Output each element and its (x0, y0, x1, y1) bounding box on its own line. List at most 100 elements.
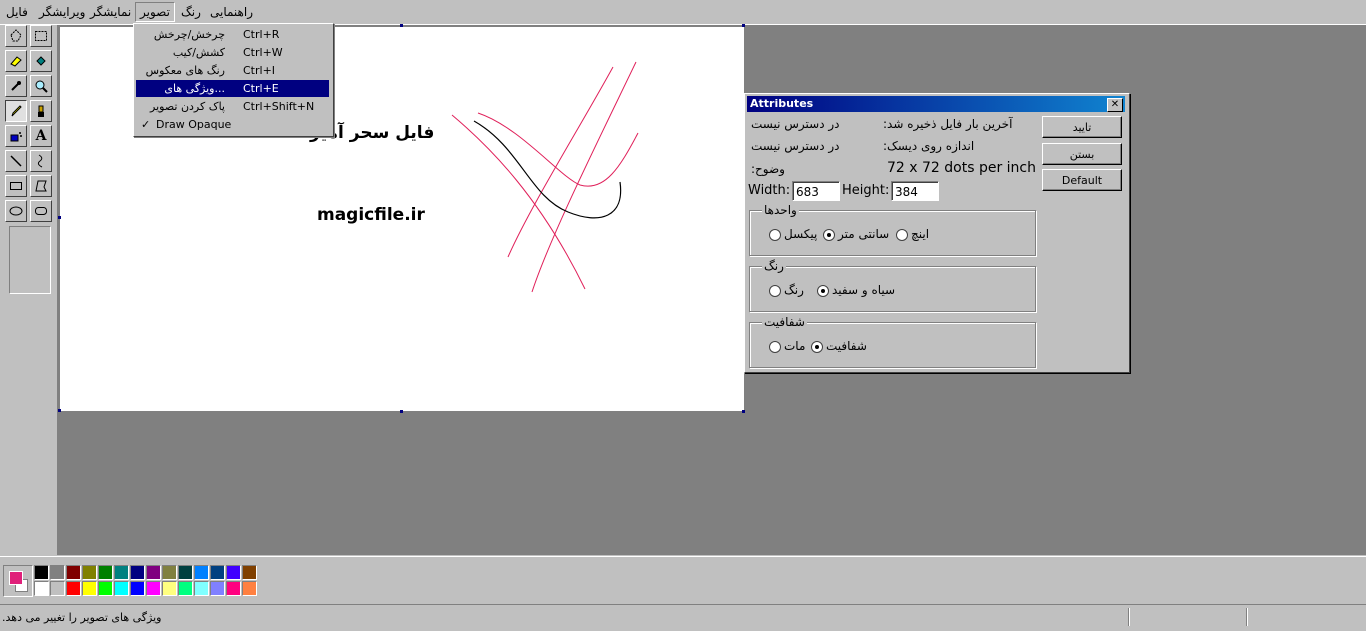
colors-group-title: رنگ (762, 259, 786, 273)
palette-swatch[interactable] (130, 581, 145, 596)
text-tool[interactable]: A (30, 125, 52, 147)
free-select-icon (10, 29, 22, 42)
palette-swatch[interactable] (50, 565, 65, 580)
height-input[interactable]: 384 (891, 181, 939, 201)
rounded-rectangle-tool[interactable] (30, 200, 52, 222)
palette-swatches (34, 565, 264, 599)
eyedropper-icon (11, 81, 21, 91)
canvas-resize-handle[interactable] (742, 24, 745, 27)
palette-swatch[interactable] (146, 581, 161, 596)
ellipse-tool[interactable] (5, 200, 27, 222)
palette-swatch[interactable] (114, 565, 129, 580)
palette-swatch[interactable] (114, 581, 129, 596)
checkmark-icon: ✓ (141, 118, 151, 131)
palette-swatch[interactable] (226, 581, 241, 596)
palette-swatch[interactable] (194, 565, 209, 580)
palette-swatch[interactable] (210, 565, 225, 580)
menu-file[interactable]: فایل (2, 3, 32, 21)
palette-swatch[interactable] (130, 565, 145, 580)
cancel-button[interactable]: بستن (1042, 143, 1122, 165)
palette-swatch[interactable] (50, 581, 65, 596)
airbrush-tool[interactable] (5, 125, 27, 147)
canvas-resize-handle[interactable] (742, 410, 745, 413)
transparent-radio[interactable] (811, 341, 823, 353)
default-button[interactable]: Default (1042, 169, 1122, 191)
palette-swatch[interactable] (66, 581, 81, 596)
black-white-radio[interactable] (817, 285, 829, 297)
palette-swatch[interactable] (66, 565, 81, 580)
menu-image[interactable]: تصویر (135, 2, 175, 22)
tool-options-box[interactable] (9, 226, 51, 294)
polygon-tool[interactable] (30, 175, 52, 197)
red-stroke (451, 114, 586, 290)
inches-radio[interactable] (896, 229, 908, 241)
rect-select-icon (35, 31, 47, 41)
image-menu-dropdown: چرخش/چرخش Ctrl+R کشش/کیب Ctrl+W رنگ های … (133, 23, 334, 137)
palette-swatch[interactable] (34, 581, 49, 596)
canvas-resize-handle[interactable] (58, 409, 61, 412)
palette-swatch[interactable] (146, 565, 161, 580)
brush-icon (38, 105, 44, 117)
palette-swatch[interactable] (98, 565, 113, 580)
menu-item-shortcut: Ctrl+I (243, 64, 276, 77)
line-tool[interactable] (5, 150, 27, 172)
menu-item-shortcut: Ctrl+Shift+N (243, 100, 315, 113)
paint-bucket-icon (36, 56, 46, 66)
palette-swatch[interactable] (226, 565, 241, 580)
ok-button[interactable]: تایید (1042, 116, 1122, 138)
palette-swatch[interactable] (210, 581, 225, 596)
palette-swatch[interactable] (82, 565, 97, 580)
rectangle-tool[interactable] (5, 175, 27, 197)
menu-item-stretch-skew[interactable]: کشش/کیب Ctrl+W (136, 44, 329, 61)
current-colors-box[interactable] (3, 565, 33, 597)
menu-item-invert-colors[interactable]: رنگ های معکوس Ctrl+I (136, 62, 329, 79)
palette-swatch[interactable] (34, 565, 49, 580)
free-select-tool[interactable] (5, 25, 27, 47)
resolution-value: 72 x 72 dots per inch (887, 160, 1036, 176)
menu-item-clear-image[interactable]: پاک کردن تصویر Ctrl+Shift+N (136, 98, 329, 115)
menu-colors[interactable]: رنگ (177, 3, 205, 21)
menu-item-shortcut: Ctrl+W (243, 46, 283, 59)
magnifier-tool[interactable] (30, 75, 52, 97)
palette-swatch[interactable] (162, 565, 177, 580)
palette-swatch[interactable] (162, 581, 177, 596)
close-icon[interactable]: ✕ (1107, 98, 1123, 112)
palette-swatch[interactable] (98, 581, 113, 596)
eraser-tool[interactable] (5, 50, 27, 72)
menu-item-label: ...ویژگی های (164, 82, 225, 95)
menu-edit[interactable]: ویرایشگر (35, 3, 89, 21)
cm-label: سانتی متر (838, 227, 890, 241)
palette-swatch[interactable] (178, 581, 193, 596)
palette-swatch[interactable] (242, 565, 257, 580)
opaque-radio[interactable] (769, 341, 781, 353)
height-label: Height: (842, 183, 890, 198)
palette-swatch[interactable] (178, 565, 193, 580)
red-stroke (531, 61, 637, 293)
canvas-resize-handle[interactable] (400, 410, 403, 413)
cm-radio[interactable] (823, 229, 835, 241)
color-palette-bar (0, 556, 1366, 603)
pencil-tool[interactable] (5, 100, 27, 122)
canvas-resize-handle[interactable] (58, 216, 61, 219)
width-input[interactable]: 683 (792, 181, 840, 201)
menu-item-draw-opaque[interactable]: ✓ Draw Opaque (136, 116, 329, 133)
fill-tool[interactable] (30, 50, 52, 72)
color-picker-tool[interactable] (5, 75, 27, 97)
menu-item-attributes[interactable]: ...ویژگی های Ctrl+E (136, 80, 329, 97)
colors-radio[interactable] (769, 285, 781, 297)
rect-select-tool[interactable] (30, 25, 52, 47)
dialog-titlebar[interactable]: Attributes ✕ (747, 96, 1125, 112)
palette-swatch[interactable] (242, 581, 257, 596)
foreground-color[interactable] (9, 571, 23, 585)
brush-tool[interactable] (30, 100, 52, 122)
polygon-icon (35, 180, 47, 192)
palette-swatch[interactable] (82, 581, 97, 596)
menu-item-flip-rotate[interactable]: چرخش/چرخش Ctrl+R (136, 26, 329, 43)
pixels-radio[interactable] (769, 229, 781, 241)
palette-swatch[interactable] (194, 581, 209, 596)
menu-help[interactable]: راهنمایی (206, 3, 257, 21)
canvas-resize-handle[interactable] (400, 24, 403, 27)
curve-icon (37, 154, 43, 168)
menu-view[interactable]: نمایشگر (86, 3, 135, 21)
curve-tool[interactable] (30, 150, 52, 172)
